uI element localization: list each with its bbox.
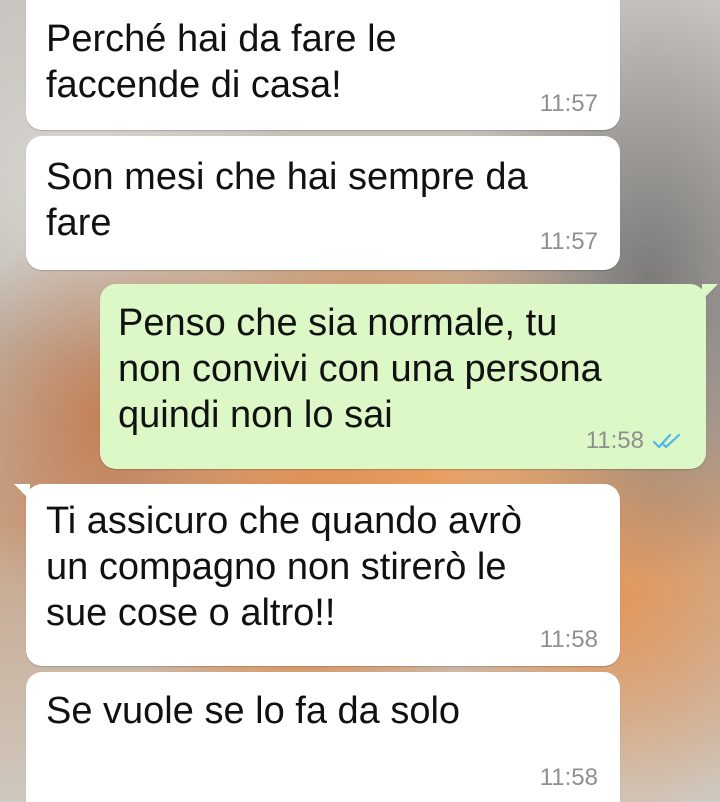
message-text: Son mesi che hai sempre da fare [46, 156, 528, 244]
message-timestamp: 11:57 [539, 90, 598, 117]
message-bubble-incoming[interactable]: Se vuole se lo fa da solo 11:58 [26, 672, 620, 802]
message-meta: 11:58 [540, 626, 598, 654]
message-bubble-incoming[interactable]: Perché hai da fare le faccende di casa! … [26, 0, 620, 130]
message-timestamp: 11:58 [539, 764, 598, 791]
message-meta: 11:57 [540, 228, 598, 256]
message-bubble-incoming[interactable]: Son mesi che hai sempre da fare 11:57 [26, 136, 620, 270]
message-meta: 11:57 [540, 90, 598, 118]
message-meta: 11:58 [586, 427, 682, 455]
message-bubble-incoming[interactable]: Ti assicuro che quando avrò un compagno … [14, 484, 620, 666]
message-text: Penso che sia normale, tu non convivi co… [118, 302, 602, 436]
message-text: Perché hai da fare le faccende di casa! [46, 18, 397, 106]
message-text: Se vuole se lo fa da solo [46, 690, 461, 732]
message-meta: 11:58 [540, 764, 598, 792]
message-bubble-outgoing[interactable]: Penso che sia normale, tu non convivi co… [100, 284, 718, 469]
message-text: Ti assicuro che quando avrò un compagno … [46, 500, 522, 634]
message-timestamp: 11:57 [539, 228, 598, 255]
double-check-read-icon [652, 432, 682, 450]
message-timestamp: 11:58 [585, 427, 644, 454]
message-timestamp: 11:58 [539, 626, 598, 653]
